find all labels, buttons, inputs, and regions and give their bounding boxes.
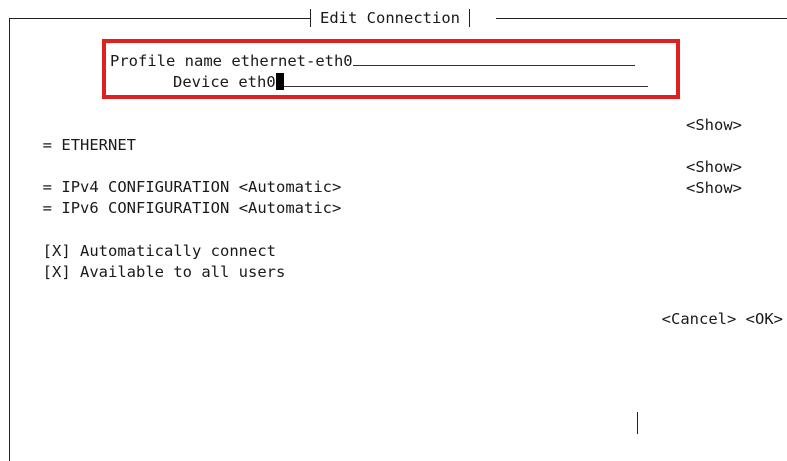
title-right-tick	[468, 9, 470, 27]
section-ethernet: = ETHERNET	[24, 115, 136, 154]
section-ethernet-marker: =	[42, 136, 53, 154]
section-ipv4: = IPv4 CONFIGURATION <Automatic>	[24, 157, 342, 196]
frame-left-line	[9, 18, 10, 461]
all-users-checkbox[interactable]: [X]	[43, 263, 71, 281]
section-ipv6-label: IPv6 CONFIGURATION	[61, 199, 230, 217]
frame-top-right-line	[496, 18, 787, 19]
profile-name-label: Profile name	[110, 52, 222, 70]
profile-name-input[interactable]: ethernet-eth0	[231, 51, 635, 71]
window-title-bar: Edit Connection	[310, 8, 470, 28]
window-title: Edit Connection	[320, 9, 460, 27]
profile-name-row: Profile name ethernet-eth0	[110, 51, 635, 71]
ethernet-show-button[interactable]: <Show>	[686, 115, 742, 135]
ipv6-mode-select[interactable]: <Automatic>	[239, 199, 342, 217]
device-input[interactable]: eth0	[238, 72, 648, 92]
device-value: eth0	[238, 73, 276, 91]
profile-name-value: ethernet-eth0	[231, 52, 353, 70]
device-row: Device eth0	[173, 72, 648, 92]
ok-button[interactable]: <OK>	[746, 310, 783, 328]
text-cursor	[275, 73, 284, 90]
dialog-buttons: <Cancel> <OK>	[643, 289, 783, 328]
ipv6-show-button[interactable]: <Show>	[686, 178, 742, 198]
section-ipv6-marker: =	[42, 199, 53, 217]
section-ethernet-label: ETHERNET	[61, 136, 137, 154]
ipv4-show-button[interactable]: <Show>	[686, 157, 742, 177]
all-users-label: Available to all users	[80, 263, 286, 281]
section-ipv6: = IPv6 CONFIGURATION <Automatic>	[24, 178, 342, 217]
device-fill	[283, 72, 648, 87]
profile-name-fill	[352, 51, 635, 66]
cancel-button[interactable]: <Cancel>	[662, 310, 737, 328]
terminal-artifact-bar	[637, 412, 638, 434]
device-label: Device	[173, 73, 229, 91]
option-autoconnect: [X] Automatically connect	[24, 221, 276, 260]
option-all-users: [X] Available to all users	[24, 242, 286, 281]
frame-top-left-line	[9, 18, 311, 19]
